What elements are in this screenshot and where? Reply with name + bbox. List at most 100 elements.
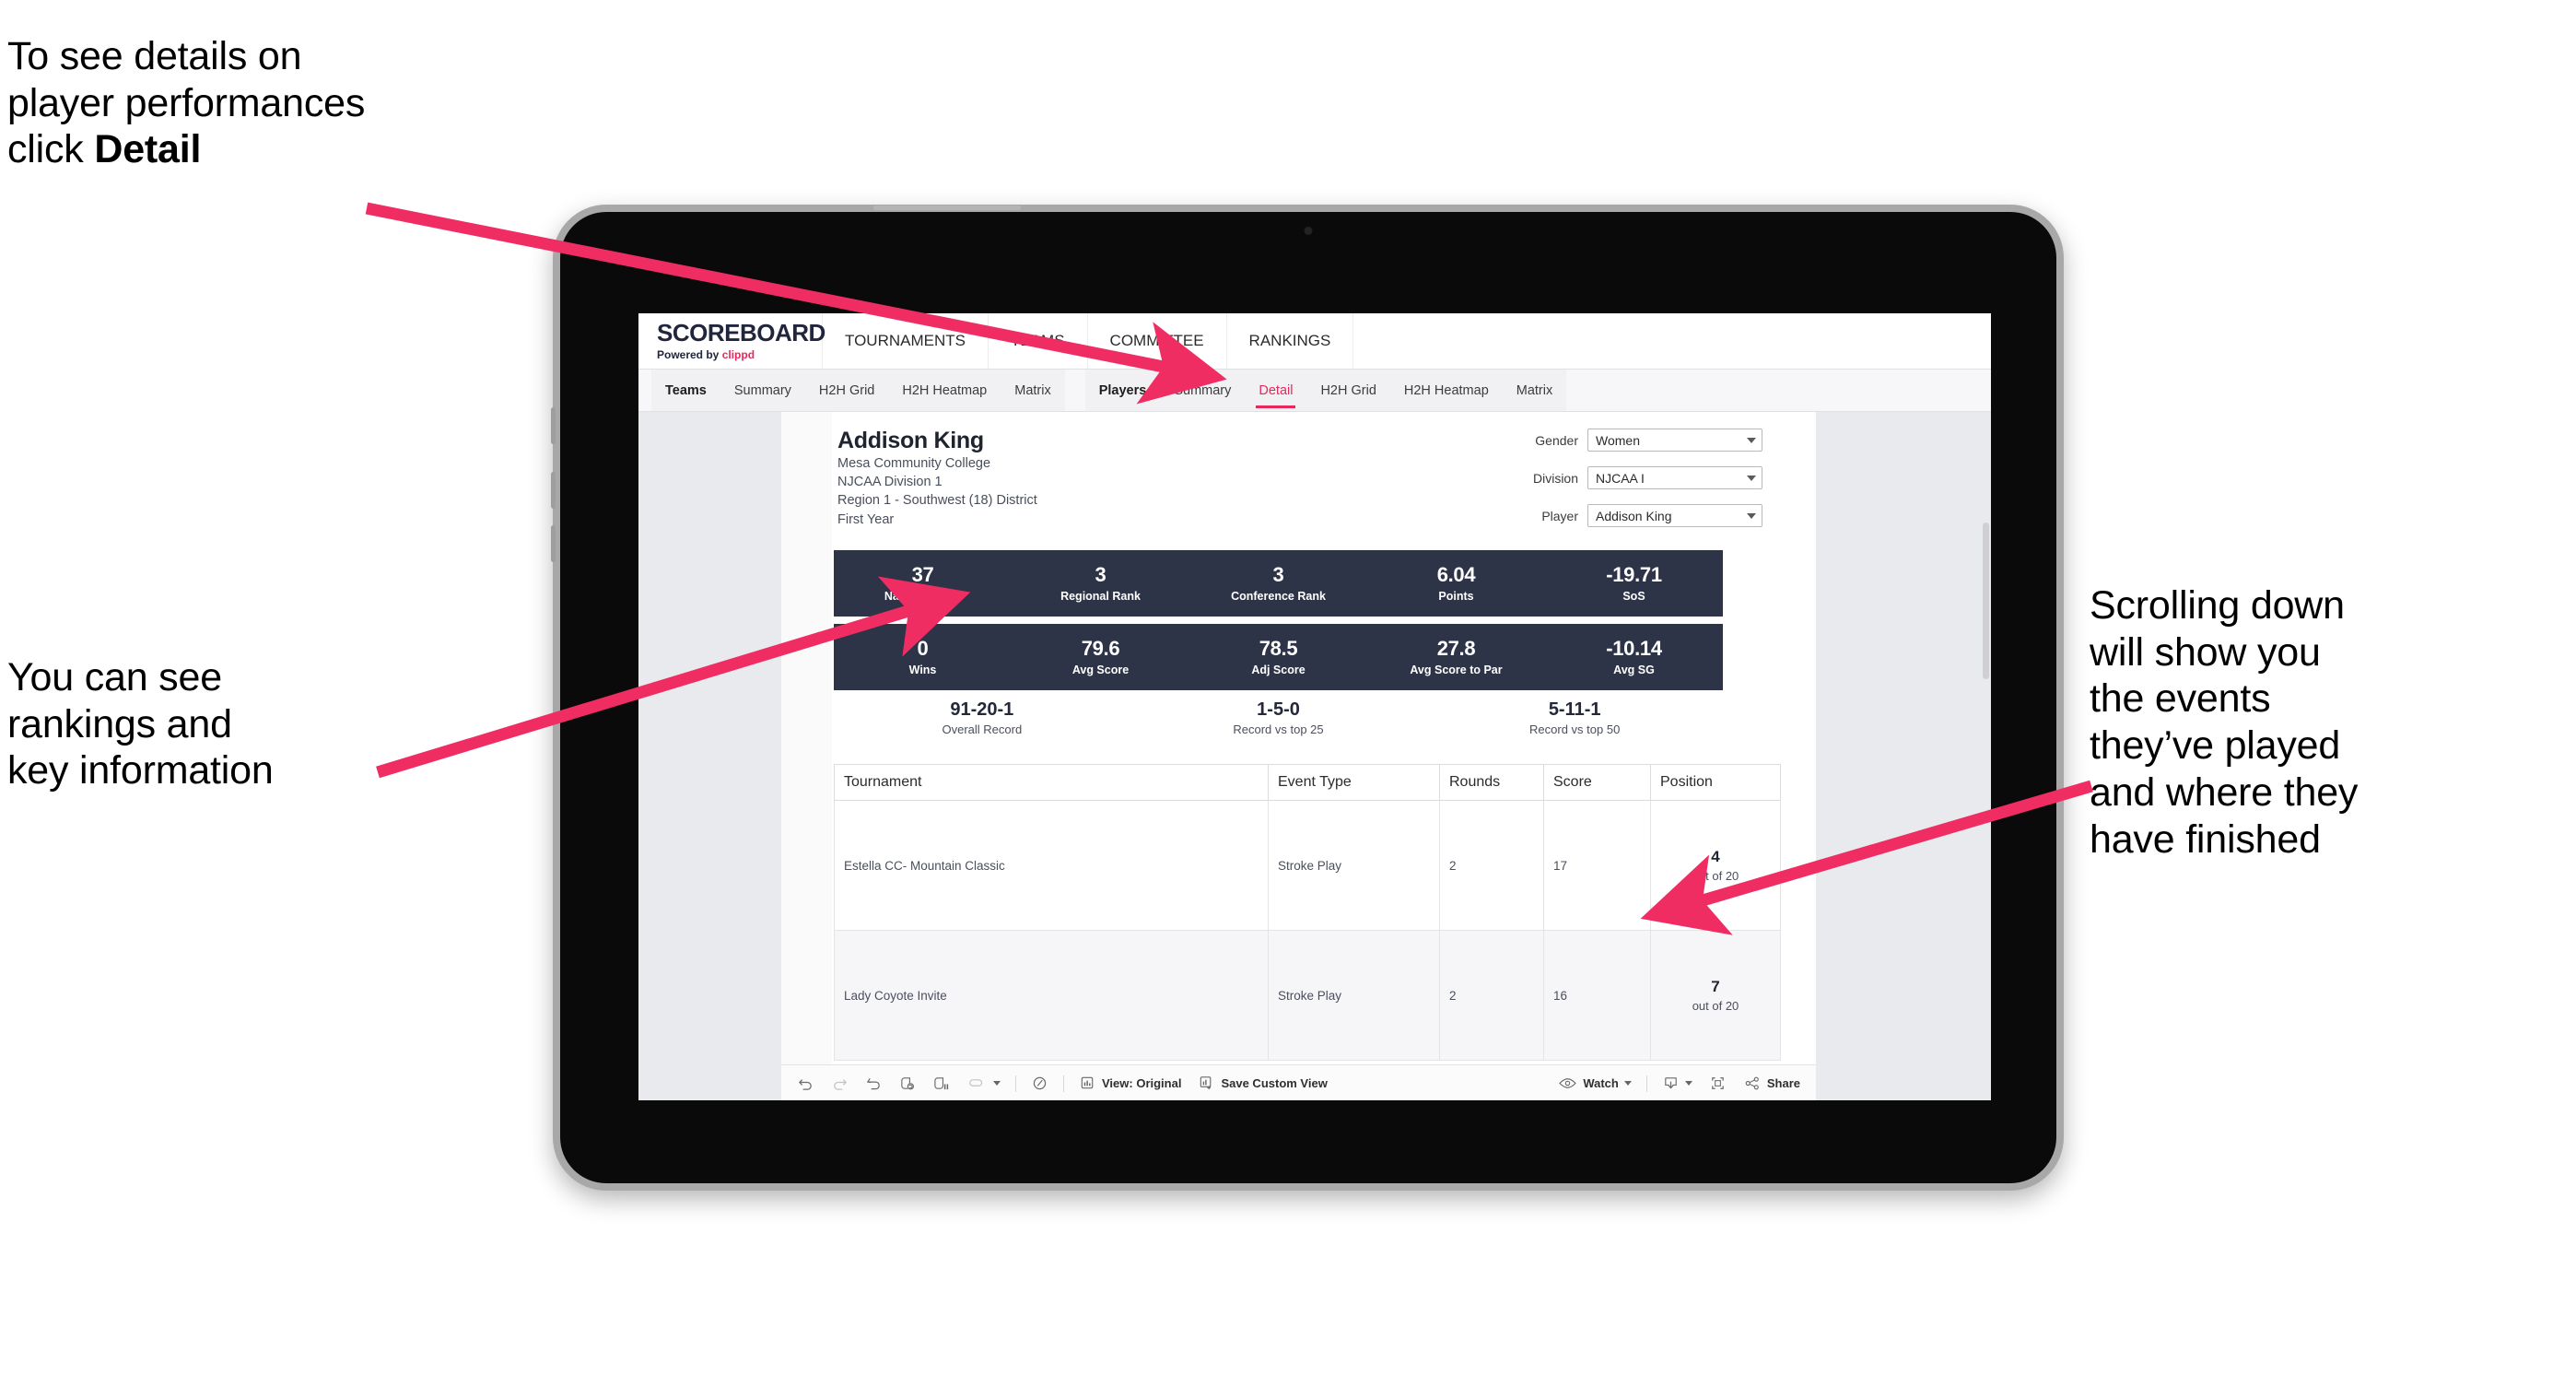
stat-value: 37 xyxy=(911,562,934,586)
brand-logo[interactable]: SCOREBOARD Powered by clippd xyxy=(638,313,825,369)
dashboard-sheet-inner: Addison King Mesa Community College NJCA… xyxy=(832,412,1816,1072)
column-header-score[interactable]: Score xyxy=(1543,764,1651,801)
pause-auto-update-icon[interactable] xyxy=(925,1065,959,1100)
record-value: 1-5-0 xyxy=(1257,699,1300,720)
subnav-item-teams-matrix[interactable]: Matrix xyxy=(1001,370,1064,411)
callout-left-line3: key information xyxy=(7,748,274,793)
column-header-position[interactable]: Position xyxy=(1650,764,1781,801)
share-button[interactable]: Share xyxy=(1735,1065,1809,1100)
subnav-item-players-summary[interactable]: Summary xyxy=(1160,370,1245,411)
callout-top-line3: click Detail xyxy=(7,126,606,173)
stat-conference-rank: 3 Conference Rank xyxy=(1189,562,1367,603)
filter-row-gender: Gender Women xyxy=(1486,429,1762,452)
highlight-icon[interactable] xyxy=(959,1065,1009,1100)
cell-position: 7 out of 20 xyxy=(1650,930,1781,1061)
filter-select-player[interactable]: Addison King xyxy=(1587,504,1762,527)
brand-powered-by: Powered by clippd xyxy=(657,348,822,361)
cell-event-type: Stroke Play xyxy=(1268,930,1440,1061)
brand-name: SCOREBOARD xyxy=(657,319,825,346)
subnav-item-teams-h2h-grid[interactable]: H2H Grid xyxy=(805,370,888,411)
request-data-icon[interactable] xyxy=(1023,1065,1057,1100)
stat-regional-rank: 3 Regional Rank xyxy=(1012,563,1189,604)
redo-icon[interactable] xyxy=(823,1065,857,1100)
download-button[interactable] xyxy=(1654,1065,1701,1100)
events-table-head: Tournament Event Type Rounds Score Posit… xyxy=(834,764,1781,801)
column-header-event-type[interactable]: Event Type xyxy=(1268,764,1440,801)
filter-value-player: Addison King xyxy=(1596,508,1672,523)
record-vs-top-50: 5-11-1 Record vs top 50 xyxy=(1426,699,1723,736)
callout-right-line5: and where they xyxy=(2090,769,2359,815)
filter-value-division: NJCAA I xyxy=(1596,470,1645,486)
stat-label: Regional Rank xyxy=(1060,590,1141,604)
subnav-group-teams: Teams Summary H2H Grid H2H Heatmap Matri… xyxy=(651,370,1065,411)
player-year: First Year xyxy=(837,511,895,527)
tablet-screen: SCOREBOARD Powered by clippd TOURNAMENTS… xyxy=(638,313,1991,1100)
undo-icon[interactable] xyxy=(789,1065,823,1100)
filter-label-player: Player xyxy=(1541,508,1578,523)
player-division: NJCAA Division 1 xyxy=(837,474,943,489)
tablet-top-antenna xyxy=(873,206,1021,210)
chevron-down-icon xyxy=(993,1081,1001,1086)
subnav-item-players[interactable]: Players xyxy=(1085,370,1161,411)
subnav-item-teams-h2h-heatmap[interactable]: H2H Heatmap xyxy=(888,370,1001,411)
view-original-button[interactable]: View: Original xyxy=(1071,1065,1189,1100)
watch-label: Watch xyxy=(1583,1076,1619,1090)
filter-select-gender[interactable]: Women xyxy=(1587,429,1762,452)
app-sub-nav: Teams Summary H2H Grid H2H Heatmap Matri… xyxy=(638,370,1991,412)
stat-label: National Rank xyxy=(884,590,962,604)
stat-value: -19.71 xyxy=(1606,562,1662,586)
record-vs-top-25: 1-5-0 Record vs top 25 xyxy=(1130,699,1427,736)
filter-select-division[interactable]: NJCAA I xyxy=(1587,466,1762,489)
stat-label: Points xyxy=(1438,590,1474,604)
record-label: Record vs top 50 xyxy=(1529,722,1621,736)
vertical-scrollbar[interactable] xyxy=(1983,523,1989,679)
toolbar-separator xyxy=(1015,1075,1016,1092)
cell-position: 4 out of 20 xyxy=(1650,800,1781,931)
stat-value: 3 xyxy=(1272,562,1284,586)
position-value: 4 xyxy=(1711,848,1720,866)
watch-button[interactable]: Watch xyxy=(1550,1065,1640,1100)
topnav-item-committee[interactable]: COMMITTEE xyxy=(1088,313,1227,369)
subnav-item-players-h2h-heatmap[interactable]: H2H Heatmap xyxy=(1390,370,1503,411)
record-overall: 91-20-1 Overall Record xyxy=(834,699,1130,736)
table-row[interactable]: Estella CC- Mountain Classic Stroke Play… xyxy=(834,800,1781,931)
stat-avg-score-to-par: 27.8 Avg Score to Par xyxy=(1367,636,1545,676)
chevron-down-icon xyxy=(1747,512,1756,519)
stat-sos: -19.71 SoS xyxy=(1545,562,1723,603)
stat-avg-score: 79.6 Avg Score xyxy=(1012,636,1189,677)
subnav-item-players-matrix[interactable]: Matrix xyxy=(1503,370,1566,411)
stat-avg-sg: -10.14 Avg SG xyxy=(1545,637,1723,677)
cell-score: 16 xyxy=(1543,930,1651,1061)
save-custom-view-label: Save Custom View xyxy=(1221,1076,1328,1090)
refresh-data-icon[interactable] xyxy=(891,1065,925,1100)
stat-label: Avg SG xyxy=(1613,664,1655,677)
save-custom-view-button[interactable]: Save Custom View xyxy=(1189,1065,1335,1100)
player-region: Region 1 - Southwest (18) District xyxy=(837,493,1037,509)
table-row[interactable]: Lady Coyote Invite Stroke Play 2 16 7 ou… xyxy=(834,930,1781,1061)
column-header-tournament[interactable]: Tournament xyxy=(834,764,1269,801)
topnav-item-rankings[interactable]: RANKINGS xyxy=(1227,313,1354,369)
column-header-rounds[interactable]: Rounds xyxy=(1439,764,1544,801)
topnav-item-tournaments[interactable]: TOURNAMENTS xyxy=(823,313,989,369)
stat-value: 0 xyxy=(917,636,929,660)
fullscreen-button[interactable] xyxy=(1701,1065,1735,1100)
chevron-down-icon xyxy=(1747,437,1756,443)
subnav-item-teams-summary[interactable]: Summary xyxy=(720,370,805,411)
subnav-item-players-h2h-grid[interactable]: H2H Grid xyxy=(1306,370,1389,411)
filter-row-division: Division NJCAA I xyxy=(1486,466,1762,489)
revert-icon[interactable] xyxy=(857,1065,891,1100)
stat-label: Avg Score xyxy=(1071,664,1130,677)
stat-value: 27.8 xyxy=(1436,636,1476,660)
tablet-side-button-2 xyxy=(551,472,556,509)
subnav-item-players-detail[interactable]: Detail xyxy=(1245,370,1306,411)
subnav-item-teams[interactable]: Teams xyxy=(651,370,720,411)
record-label: Record vs top 25 xyxy=(1233,722,1324,736)
stat-value: 79.6 xyxy=(1081,636,1120,660)
chevron-down-icon xyxy=(1684,1081,1692,1086)
callout-right: Scrolling down will show you the events … xyxy=(2090,582,2523,863)
topnav-filler xyxy=(1353,313,1991,369)
record-value: 5-11-1 xyxy=(1548,699,1601,720)
topnav-item-teams[interactable]: TEAMS xyxy=(989,313,1088,369)
filter-row-player: Player Addison King xyxy=(1486,504,1762,527)
stat-value: 78.5 xyxy=(1259,636,1298,660)
